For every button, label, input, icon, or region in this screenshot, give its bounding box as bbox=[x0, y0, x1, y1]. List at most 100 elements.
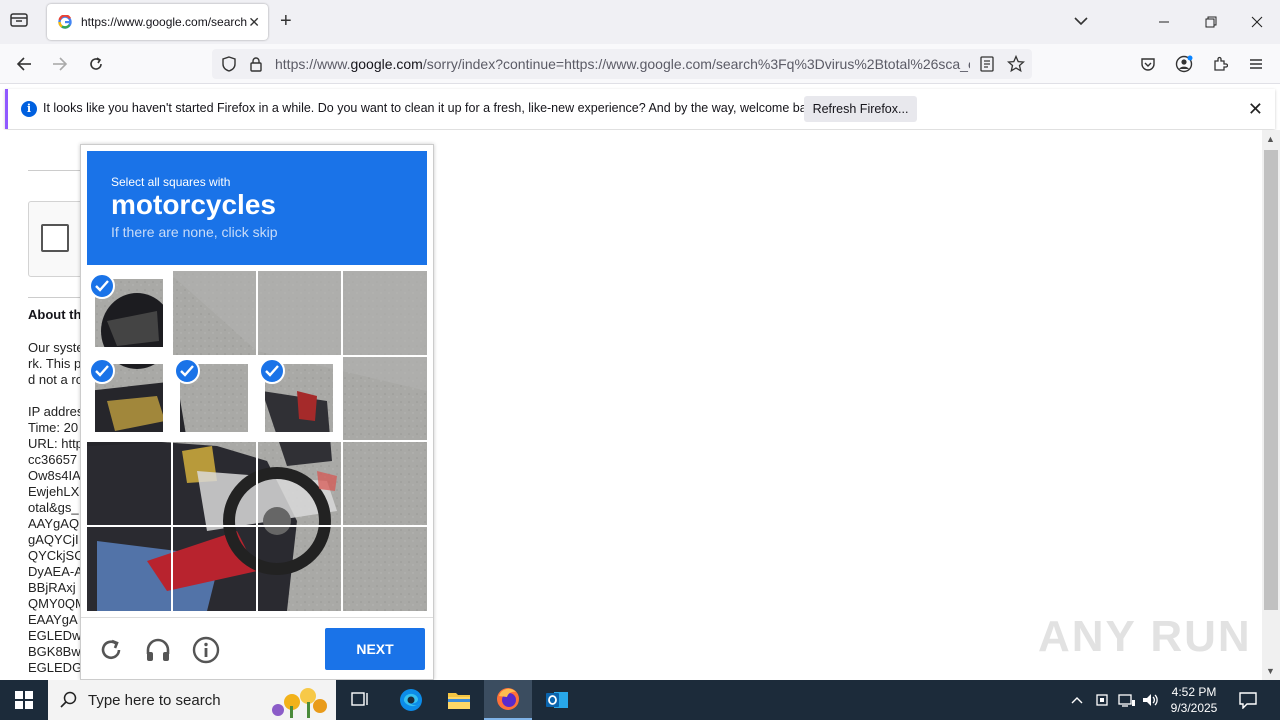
captcha-tile[interactable] bbox=[342, 526, 426, 610]
scrollbar-thumb[interactable] bbox=[1264, 150, 1278, 610]
challenge-instruction: Select all squares with bbox=[111, 175, 231, 189]
reload-challenge-icon[interactable] bbox=[97, 636, 125, 664]
next-button[interactable]: NEXT bbox=[325, 628, 425, 670]
page-text-line: cc36657 bbox=[28, 452, 78, 467]
firefox-taskbar-icon[interactable] bbox=[484, 680, 532, 720]
pocket-icon[interactable] bbox=[1138, 54, 1158, 74]
notifications-icon[interactable] bbox=[1238, 680, 1258, 720]
device-icon[interactable] bbox=[1094, 680, 1110, 720]
show-hidden-icons-chevron[interactable] bbox=[1070, 680, 1084, 720]
notification-message: It looks like you haven't started Firefo… bbox=[43, 101, 823, 115]
captcha-tile[interactable] bbox=[172, 441, 256, 525]
close-window-icon[interactable] bbox=[1247, 12, 1267, 32]
url-host: google.com bbox=[350, 56, 423, 72]
captcha-tile[interactable] bbox=[87, 526, 171, 610]
request-details-text: IP addres Time: 20 URL: http cc36657 Ow8s4IA… bbox=[28, 404, 86, 676]
firefox-view-icon[interactable] bbox=[10, 12, 28, 31]
page-text-line: BBjRAxj bbox=[28, 580, 76, 595]
taskbar-clock[interactable]: 4:52 PM 9/3/2025 bbox=[1166, 684, 1222, 716]
captcha-tile[interactable] bbox=[172, 356, 256, 440]
menu-icon[interactable] bbox=[1246, 54, 1266, 74]
divider bbox=[28, 297, 88, 298]
scroll-up-icon[interactable]: ▲ bbox=[1266, 134, 1275, 144]
help-info-icon[interactable] bbox=[192, 636, 220, 664]
page-text-line: QMY0QM bbox=[28, 596, 86, 611]
recaptcha-checkbox[interactable] bbox=[41, 224, 69, 252]
selected-check-icon bbox=[89, 358, 115, 384]
url-path: /sorry/index?continue=https://www.google… bbox=[422, 56, 970, 72]
audio-challenge-icon[interactable] bbox=[144, 636, 172, 664]
captcha-tile[interactable] bbox=[87, 441, 171, 525]
info-icon: i bbox=[21, 101, 37, 117]
refresh-firefox-button[interactable]: Refresh Firefox... bbox=[804, 96, 917, 122]
reload-icon[interactable] bbox=[86, 54, 106, 74]
challenge-target: motorcycles bbox=[111, 189, 276, 220]
taskbar-search-box[interactable]: Type here to search bbox=[48, 680, 336, 720]
challenge-hint: If there are none, click skip bbox=[111, 224, 278, 240]
captcha-tile[interactable] bbox=[257, 441, 341, 525]
navigation-bar: https://www.google.com/sorry/index?conti… bbox=[0, 44, 1280, 84]
captcha-tile[interactable] bbox=[87, 271, 171, 355]
page-text-line: EAAYgA bbox=[28, 612, 78, 627]
tab-google-search[interactable]: https://www.google.com/search?q=virus+to… bbox=[47, 4, 268, 40]
challenge-footer: NEXT bbox=[81, 617, 433, 679]
page-text-line: BGK8Bw bbox=[28, 644, 81, 659]
page-text-line: d not a ro bbox=[28, 372, 83, 387]
restore-icon[interactable] bbox=[1201, 12, 1221, 32]
captcha-tile[interactable] bbox=[342, 271, 426, 355]
tab-close-icon[interactable]: ✕ bbox=[248, 14, 260, 31]
page-text-line: Time: 20 bbox=[28, 420, 79, 435]
extensions-icon[interactable] bbox=[1210, 54, 1230, 74]
captcha-tile[interactable] bbox=[172, 526, 256, 610]
page-text-line: QYCkjSC bbox=[28, 548, 84, 563]
file-explorer-icon[interactable] bbox=[435, 680, 483, 720]
forward-icon[interactable] bbox=[50, 54, 70, 74]
back-icon[interactable] bbox=[14, 54, 34, 74]
url-text[interactable]: https://www.google.com/sorry/index?conti… bbox=[275, 56, 970, 72]
captcha-tile[interactable] bbox=[172, 271, 256, 355]
captcha-tile[interactable] bbox=[342, 356, 426, 440]
page-text-line: EGLEDG bbox=[28, 660, 83, 675]
minimize-icon[interactable] bbox=[1154, 12, 1174, 32]
captcha-tile[interactable] bbox=[342, 441, 426, 525]
edge-icon[interactable] bbox=[387, 680, 435, 720]
volume-icon[interactable] bbox=[1142, 680, 1160, 720]
page-text-line: EGLEDw bbox=[28, 628, 82, 643]
search-icon bbox=[60, 691, 78, 712]
reader-view-icon[interactable] bbox=[980, 56, 994, 75]
scroll-down-icon[interactable]: ▼ bbox=[1266, 666, 1275, 676]
tracking-protection-shield-icon[interactable] bbox=[221, 56, 237, 75]
selected-check-icon bbox=[174, 358, 200, 384]
page-scrollbar[interactable]: ▲ ▼ bbox=[1262, 130, 1280, 680]
captcha-tile[interactable] bbox=[257, 271, 341, 355]
network-icon[interactable] bbox=[1118, 680, 1136, 720]
new-tab-icon[interactable]: + bbox=[280, 10, 292, 32]
close-notification-icon[interactable]: ✕ bbox=[1248, 99, 1263, 120]
tab-strip: https://www.google.com/search?q=virus+to… bbox=[0, 0, 1280, 44]
page-text-line: otal&gs_ bbox=[28, 500, 79, 515]
page-text-line: DyAEA-A bbox=[28, 564, 83, 579]
account-icon[interactable] bbox=[1174, 54, 1194, 74]
captcha-tile[interactable] bbox=[87, 356, 171, 440]
bookmark-star-icon[interactable] bbox=[1006, 54, 1026, 76]
search-placeholder: Type here to search bbox=[88, 692, 221, 709]
divider bbox=[28, 170, 88, 171]
task-view-icon[interactable] bbox=[336, 680, 384, 720]
captcha-tile[interactable] bbox=[257, 526, 341, 610]
page-text-line: URL: http bbox=[28, 436, 83, 451]
outlook-icon[interactable] bbox=[533, 680, 581, 720]
google-favicon-icon bbox=[57, 14, 73, 30]
start-button[interactable] bbox=[0, 680, 48, 720]
clock-time: 4:52 PM bbox=[1171, 685, 1217, 699]
list-all-tabs-icon[interactable] bbox=[1073, 14, 1089, 29]
clock-date: 9/3/2025 bbox=[1170, 701, 1218, 715]
page-text-line: IP addres bbox=[28, 404, 84, 419]
explanation-text: Our syste rk. This pd not a ro bbox=[28, 340, 84, 388]
lock-icon[interactable] bbox=[249, 56, 263, 75]
search-highlight-flowers-icon bbox=[258, 682, 334, 721]
selected-check-icon bbox=[259, 358, 285, 384]
captcha-tile[interactable] bbox=[257, 356, 341, 440]
windows-logo-icon bbox=[15, 691, 33, 709]
recaptcha-checkbox-widget bbox=[28, 201, 88, 277]
url-bar[interactable]: https://www.google.com/sorry/index?conti… bbox=[212, 49, 1032, 79]
